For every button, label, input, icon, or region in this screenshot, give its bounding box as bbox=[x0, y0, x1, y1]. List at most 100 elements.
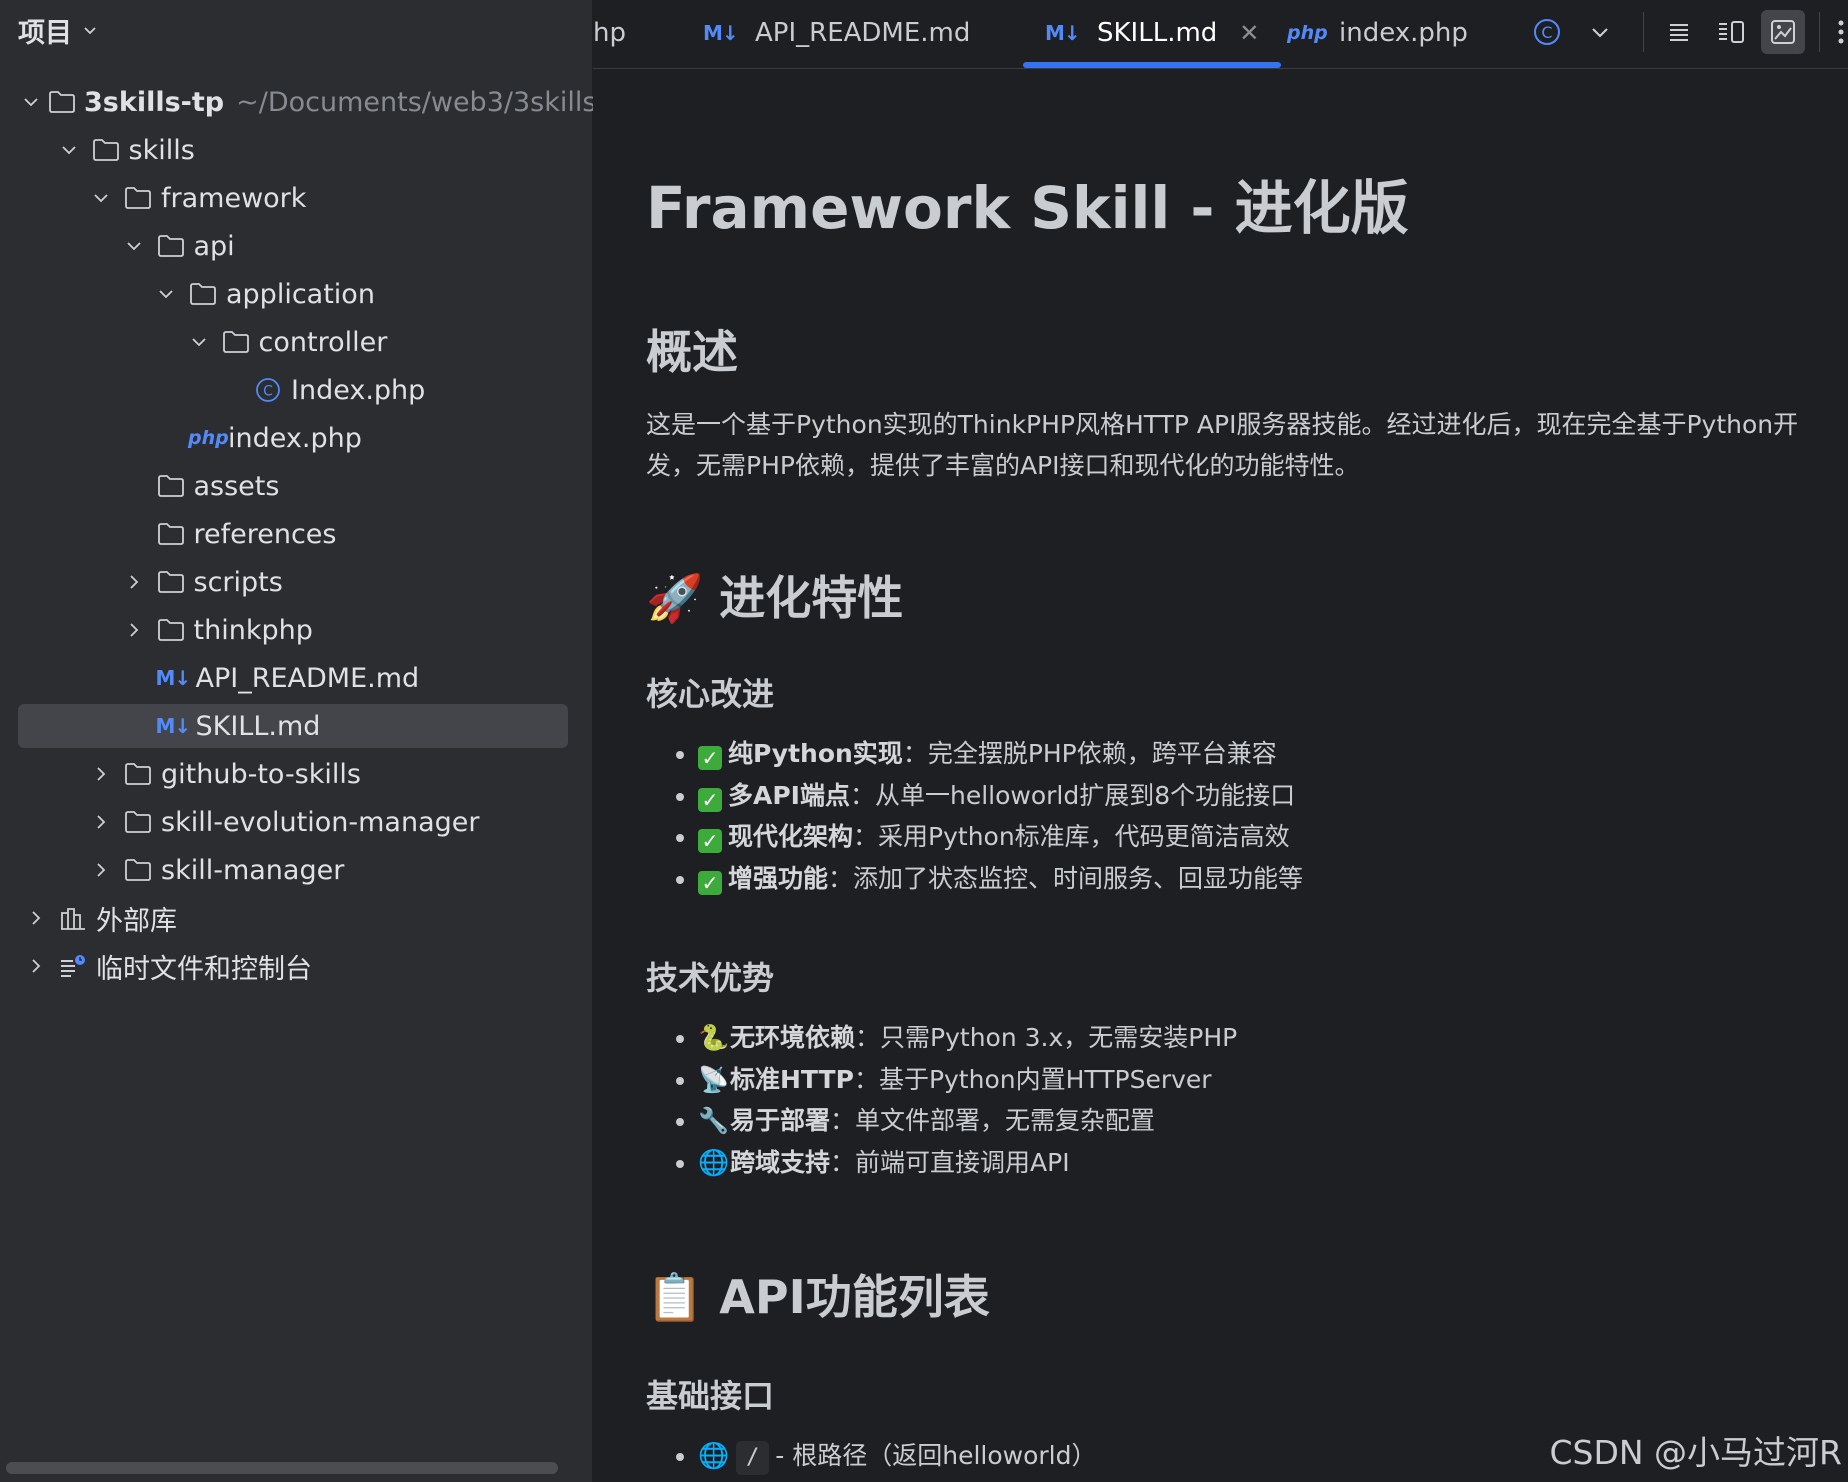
tree-item[interactable]: 临时文件和控制台 bbox=[0, 942, 592, 990]
svg-text:C: C bbox=[263, 384, 273, 400]
php-class-icon: C bbox=[253, 376, 283, 404]
api-list-heading: 📋 API功能列表 bbox=[646, 1270, 990, 1324]
markdown-icon: M↓ bbox=[703, 21, 739, 45]
library-icon bbox=[58, 904, 88, 932]
chevron-right-icon[interactable] bbox=[87, 808, 115, 836]
tree-item-label: references bbox=[193, 518, 337, 550]
tab-api-readme[interactable]: M↓ API_README.md bbox=[703, 0, 970, 66]
rocket-icon: 🚀 bbox=[646, 571, 704, 625]
tab-label: hp bbox=[593, 18, 626, 48]
chevron-right-icon[interactable] bbox=[120, 568, 148, 596]
tree-item-label: github-to-skills bbox=[161, 758, 361, 790]
tree-item[interactable]: M↓ API_README.md bbox=[0, 654, 592, 702]
tree-item[interactable]: skills bbox=[0, 126, 592, 174]
chevron-right-icon[interactable] bbox=[120, 616, 148, 644]
chevron-right-icon[interactable] bbox=[87, 760, 115, 788]
tree-item-label: index.php bbox=[228, 422, 362, 454]
tree-item-label: SKILL.md bbox=[195, 710, 321, 742]
tree-item-label: application bbox=[226, 278, 375, 310]
tree-item-label: 临时文件和控制台 bbox=[96, 953, 312, 985]
tree-item[interactable]: framework bbox=[0, 174, 592, 222]
chevron-down-icon[interactable] bbox=[55, 136, 83, 164]
emoji-icon: 🌐 bbox=[698, 1147, 730, 1177]
tree-item[interactable]: api bbox=[0, 222, 592, 270]
overview-paragraph: 这是一个基于Python实现的ThinkPHP风格HTTP API服务器技能。经… bbox=[646, 410, 1799, 480]
project-tree: 3skills-tp ~/Documents/web3/3skills-tp ski… bbox=[0, 78, 634, 990]
horizontal-scrollbar[interactable] bbox=[6, 1462, 558, 1474]
check-mark-icon: ✓ bbox=[698, 746, 722, 770]
tree-item-label: skills bbox=[128, 134, 195, 166]
tree-item-label: skill-manager bbox=[161, 854, 345, 886]
chevron-down-icon[interactable] bbox=[152, 280, 180, 308]
tree-item-label: framework bbox=[161, 182, 307, 214]
project-title: 项目 bbox=[18, 17, 72, 49]
tech-advantages-list: 🐍无环境依赖：只需Python 3.x，无需安装PHP📡标准HTTP：基于Pyt… bbox=[646, 1017, 1237, 1183]
tree-item-label: skill-evolution-manager bbox=[161, 806, 480, 838]
class-c-icon[interactable]: C bbox=[1525, 10, 1569, 54]
tree-item[interactable]: assets bbox=[0, 462, 592, 510]
chevron-down-icon[interactable] bbox=[1578, 10, 1622, 54]
tree-item[interactable]: skill-evolution-manager bbox=[0, 798, 592, 846]
split-view-icon[interactable] bbox=[1709, 10, 1753, 54]
markdown-icon: M↓ bbox=[155, 666, 192, 690]
tree-item[interactable]: M↓ SKILL.md bbox=[0, 702, 592, 750]
check-mark-icon: ✓ bbox=[698, 787, 722, 812]
php-file-icon: php bbox=[188, 427, 229, 449]
chevron-right-icon[interactable] bbox=[22, 904, 50, 932]
chevron-right-icon[interactable] bbox=[22, 952, 50, 980]
php-icon: php bbox=[1287, 22, 1328, 44]
tree-item[interactable]: php index.php bbox=[0, 414, 592, 462]
folder-icon bbox=[123, 184, 153, 212]
tree-item[interactable]: 外部库 bbox=[0, 894, 592, 942]
clipboard-icon: 📋 bbox=[646, 1270, 704, 1324]
inline-code: / bbox=[736, 1441, 770, 1475]
tree-item-label: scripts bbox=[193, 566, 283, 598]
project-sidebar: 项目 3skills-tp ~/Documents/web3/3skills-tp… bbox=[0, 0, 634, 1482]
tree-item-label: api bbox=[193, 230, 235, 262]
tree-item[interactable]: application bbox=[0, 270, 592, 318]
project-view-selector[interactable]: 项目 bbox=[18, 10, 98, 50]
tree-item[interactable]: github-to-skills bbox=[0, 750, 592, 798]
tech-advantages-heading: 技术优势 bbox=[646, 959, 775, 997]
chevron-down-icon[interactable] bbox=[87, 184, 115, 212]
core-improvements-list: ✓纯Python实现：完全摆脱PHP依赖，跨平台兼容✓多API端点：从单一hel… bbox=[646, 733, 1303, 899]
watermark: CSDN @小马过河R bbox=[1549, 1433, 1842, 1472]
tree-item-label: API_README.md bbox=[195, 662, 420, 694]
list-item: 🌐跨域支持：前端可直接调用API bbox=[698, 1142, 1237, 1184]
tree-item-label: thinkphp bbox=[193, 614, 313, 646]
tree-item-label: assets bbox=[193, 470, 280, 502]
tab-label: API_README.md bbox=[755, 18, 971, 48]
tree-item[interactable]: scripts bbox=[0, 558, 592, 606]
tree-item[interactable]: references bbox=[0, 510, 592, 558]
chevron-down-icon[interactable] bbox=[120, 232, 148, 260]
tree-item-label: controller bbox=[258, 326, 388, 358]
features-heading: 🚀 进化特性 bbox=[646, 571, 904, 625]
more-icon[interactable] bbox=[1831, 10, 1848, 54]
tab-hidden-php[interactable]: hp bbox=[593, 0, 626, 66]
emoji-icon: 🐍 bbox=[698, 1023, 730, 1052]
close-icon[interactable]: ✕ bbox=[1239, 19, 1259, 47]
overview-heading: 概述 bbox=[646, 325, 738, 379]
tree-item[interactable]: skill-manager bbox=[0, 846, 592, 894]
tab-label: SKILL.md bbox=[1097, 18, 1218, 48]
editor-only-icon[interactable] bbox=[1657, 10, 1701, 54]
chevron-down-icon[interactable] bbox=[22, 88, 40, 116]
tree-item[interactable]: 3skills-tp ~/Documents/web3/3skills-tp bbox=[0, 78, 634, 126]
preview-only-icon[interactable] bbox=[1761, 10, 1805, 54]
tree-item[interactable]: thinkphp bbox=[0, 606, 592, 654]
tree-item[interactable]: C Index.php bbox=[0, 366, 592, 414]
markdown-preview[interactable]: Framework Skill - 进化版 概述 这是一个基于Python实现的… bbox=[593, 69, 1848, 1482]
tree-item-label: 外部库 bbox=[96, 905, 177, 937]
folder-icon bbox=[156, 232, 186, 260]
tab-skill-md[interactable]: M↓ SKILL.md ✕ bbox=[1022, 0, 1282, 68]
chevron-down-icon bbox=[84, 27, 96, 35]
tab-index-php[interactable]: php index.php bbox=[1287, 0, 1468, 66]
chevron-down-icon[interactable] bbox=[185, 328, 213, 356]
globe-icon: 🌐 bbox=[698, 1441, 730, 1470]
tree-item[interactable]: controller bbox=[0, 318, 592, 366]
emoji-icon: 🔧 bbox=[698, 1106, 730, 1135]
folder-icon bbox=[123, 760, 153, 788]
basic-endpoints-list: 🌐/- 根路径（返回helloworld） bbox=[646, 1435, 1096, 1477]
chevron-right-icon[interactable] bbox=[87, 856, 115, 884]
toolbar-divider bbox=[1643, 12, 1644, 52]
